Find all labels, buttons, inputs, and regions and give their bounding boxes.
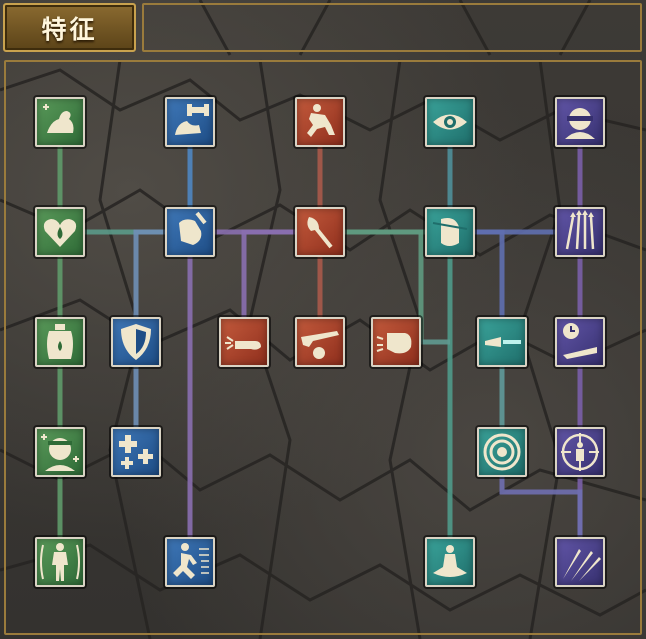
header-tab[interactable]: 特征 [3, 3, 136, 52]
trait-dumbbell[interactable] [165, 97, 215, 147]
trait-blast[interactable] [477, 317, 527, 367]
fist-punch-icon [376, 333, 412, 354]
trait-sprint[interactable] [165, 537, 215, 587]
trait-strength[interactable] [35, 97, 85, 147]
trait-pain[interactable] [425, 207, 475, 257]
meditation-icon [433, 545, 467, 577]
crosshair-body-icon [561, 433, 599, 471]
eye-icon [433, 114, 467, 130]
bandaged-head-icon [41, 434, 79, 471]
trait-grip[interactable] [165, 207, 215, 257]
fist-grip-icon [179, 211, 207, 245]
page-title: 特征 [41, 14, 98, 44]
trait-arrows[interactable] [555, 207, 605, 257]
trait-anatomy[interactable] [35, 537, 85, 587]
hand-strike-icon [225, 336, 261, 350]
header-bar [142, 3, 642, 52]
throwing-knives-icon [563, 549, 601, 581]
dumbbell-arm-icon [175, 104, 209, 135]
medical-crosses-icon [119, 435, 153, 469]
canteen-icon [47, 324, 73, 359]
pierced-head-icon [432, 218, 468, 246]
trait-axe[interactable] [295, 207, 345, 257]
trait-shield[interactable] [111, 317, 161, 367]
heart-drop-icon [43, 219, 77, 247]
trait-scope[interactable] [555, 427, 605, 477]
hand-axe-icon [307, 217, 333, 249]
rifle-icon [301, 331, 339, 359]
trait-slap[interactable] [219, 317, 269, 367]
running-man-icon [173, 543, 209, 579]
trait-healing[interactable] [35, 427, 85, 477]
trait-perception[interactable] [425, 97, 475, 147]
trait-rifle[interactable] [295, 317, 345, 367]
target-icon [483, 433, 521, 471]
trait-timer[interactable] [555, 317, 605, 367]
trait-health[interactable] [35, 207, 85, 257]
shield-icon [121, 324, 151, 360]
trait-punch[interactable] [371, 317, 421, 367]
trait-blind-focus[interactable] [555, 97, 605, 147]
trait-meditation[interactable] [425, 537, 475, 587]
clock-hand-icon [563, 323, 597, 359]
traits-panel: 特征 [0, 0, 646, 639]
flexing-arm-icon [43, 104, 74, 133]
blast-icon [485, 337, 521, 347]
sneaking-man-icon [307, 104, 335, 137]
trait-canteen[interactable] [35, 317, 85, 367]
trait-sneak[interactable] [295, 97, 345, 147]
trait-knives[interactable] [555, 537, 605, 587]
arrows-icon [565, 210, 595, 250]
trait-target[interactable] [477, 427, 527, 477]
trait-medkit[interactable] [111, 427, 161, 477]
human-body-icon [40, 543, 80, 581]
blindfold-head-icon [565, 108, 595, 139]
